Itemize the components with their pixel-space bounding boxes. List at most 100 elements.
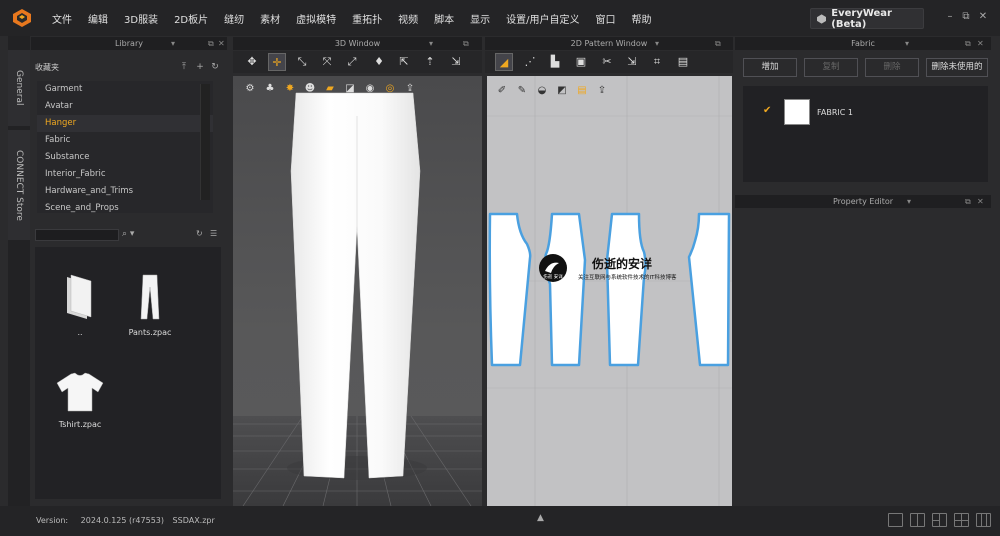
avatar-icon[interactable]: ⇱ <box>395 53 413 71</box>
export-icon[interactable]: ⇪ <box>401 80 419 98</box>
tree-item-interior-fabric[interactable]: Interior_Fabric <box>37 166 213 183</box>
close-panel-icon[interactable]: ✕ <box>218 37 225 50</box>
record-icon[interactable]: ⇲ <box>447 53 465 71</box>
2d-viewport[interactable]: ✐ ✎ ◒ ◩ ▤ ⇪ <box>487 76 732 506</box>
edit-point-icon[interactable]: ⋰ <box>521 53 539 71</box>
tool-hand-icon[interactable]: ✐ <box>493 82 511 100</box>
dropdown-icon[interactable]: ▾ <box>655 37 659 50</box>
menu-3d-garment[interactable]: 3D服装 <box>116 11 166 26</box>
workspace-selector[interactable]: EveryWear (Beta) <box>810 8 924 30</box>
fabric-display-icon[interactable]: ▰ <box>321 80 339 98</box>
add-icon[interactable]: + <box>195 62 205 72</box>
tab-connect-store[interactable]: CONNECT Store <box>8 130 30 240</box>
close-panel-icon[interactable]: ✕ <box>977 37 984 50</box>
expand-up-icon[interactable]: ▲ <box>537 513 544 523</box>
pin-icon[interactable]: ⤡ <box>293 53 311 71</box>
fold-arrange-icon[interactable]: ▤ <box>674 53 692 71</box>
tree-item-avatar[interactable]: Avatar <box>37 98 213 115</box>
file-item-pants[interactable]: Pants.zpac <box>120 273 180 337</box>
undock-icon[interactable]: ⧉ <box>208 37 214 50</box>
menu-edit[interactable]: 编辑 <box>80 11 116 26</box>
menu-help[interactable]: 帮助 <box>624 11 660 26</box>
tool-note-icon[interactable]: ▤ <box>573 82 591 100</box>
globe-icon[interactable]: ◎ <box>381 80 399 98</box>
property-editor-header: Property Editor ▾ ⧉ ✕ <box>735 195 991 208</box>
menu-2d-pattern[interactable]: 2D板片 <box>166 11 216 26</box>
menu-materials[interactable]: 素材 <box>252 11 288 26</box>
menu-sewing[interactable]: 缝纫 <box>216 11 252 26</box>
delete-unused-button[interactable]: 删除未使用的 <box>926 58 988 77</box>
dropdown-icon[interactable]: ▾ <box>171 37 175 50</box>
transform-pattern-icon[interactable]: ◢ <box>495 53 513 71</box>
tool-measure-icon[interactable]: ◒ <box>533 82 551 100</box>
undock-icon[interactable]: ⧉ <box>965 195 971 208</box>
menu-video[interactable]: 视频 <box>390 11 426 26</box>
workspace-icon <box>817 13 827 24</box>
minimize-icon[interactable]: – <box>943 11 957 23</box>
3d-viewport[interactable]: ⚙ ♣ ✸ ☻ ▰ ◪ ◉ ◎ ⇪ <box>233 76 482 506</box>
view-tool-icon[interactable]: ⚙ <box>241 80 259 98</box>
tool-export-icon[interactable]: ⇪ <box>593 82 611 100</box>
search-icon[interactable]: ⌕ ▾ <box>122 229 144 241</box>
shirt-display-icon[interactable]: ♣ <box>261 80 279 98</box>
copy-fabric-button[interactable]: 复制 <box>804 58 858 77</box>
file-item-parent[interactable]: .. <box>50 273 110 337</box>
tree-item-garment[interactable]: Garment <box>37 81 213 98</box>
menu-file[interactable]: 文件 <box>44 11 80 26</box>
dropdown-icon[interactable]: ▾ <box>905 37 909 50</box>
search-input[interactable] <box>35 229 119 241</box>
tree-item-substance[interactable]: Substance <box>37 149 213 166</box>
file-item-tshirt[interactable]: Tshirt.zpac <box>50 371 110 429</box>
stretch-icon[interactable]: ⤢ <box>343 53 361 71</box>
tree-scrollbar[interactable] <box>200 84 210 200</box>
garment-icon[interactable]: ♦ <box>370 53 388 71</box>
fold-icon[interactable]: ⤧ <box>318 53 336 71</box>
menu-retopology[interactable]: 重拓扑 <box>344 11 390 26</box>
tree-item-hanger[interactable]: Hanger <box>37 115 213 132</box>
rectangle-icon[interactable]: ▣ <box>572 53 590 71</box>
select-icon[interactable]: ✥ <box>243 53 261 71</box>
tree-item-hardware-trims[interactable]: Hardware_and_Trims <box>37 183 213 200</box>
tree-item-scene-props[interactable]: Scene_and_Props <box>37 200 213 213</box>
dropdown-icon[interactable]: ▾ <box>907 195 911 208</box>
tree-item-fabric[interactable]: Fabric <box>37 132 213 149</box>
sync-icon[interactable]: ↻ <box>196 229 207 240</box>
layout-custom-icon[interactable] <box>976 513 991 527</box>
avatar-display-icon[interactable]: ☻ <box>301 80 319 98</box>
internal-line-icon[interactable]: ✂ <box>598 53 616 71</box>
layout-three-icon[interactable] <box>932 513 947 527</box>
mesh-icon[interactable]: ◪ <box>341 80 359 98</box>
add-fabric-button[interactable]: 增加 <box>743 58 797 77</box>
restore-icon[interactable]: ⧉ <box>959 11 973 23</box>
dropdown-icon[interactable]: ▾ <box>429 37 433 50</box>
layout-quad-icon[interactable] <box>954 513 969 527</box>
close-panel-icon[interactable]: ✕ <box>977 195 984 208</box>
tool-texture-icon[interactable]: ◩ <box>553 82 571 100</box>
segment-sew-icon[interactable]: ⇲ <box>623 53 641 71</box>
free-sew-icon[interactable]: ⌗ <box>648 53 666 71</box>
move-icon[interactable]: ✛ <box>268 53 286 71</box>
tool-pencil-icon[interactable]: ✎ <box>513 82 531 100</box>
delete-fabric-button[interactable]: 删除 <box>865 58 919 77</box>
layout-single-icon[interactable] <box>888 513 903 527</box>
layout-split-icon[interactable] <box>910 513 925 527</box>
menu-window[interactable]: 窗口 <box>588 11 624 26</box>
close-icon[interactable]: ✕ <box>976 11 990 23</box>
light-icon[interactable]: ◉ <box>361 80 379 98</box>
undock-icon[interactable]: ⧉ <box>715 37 721 50</box>
polygon-icon[interactable]: ▙ <box>546 53 564 71</box>
undock-icon[interactable]: ⧉ <box>965 37 971 50</box>
upload-icon[interactable]: ⤒ <box>179 62 189 72</box>
file-item-label: .. <box>77 328 83 337</box>
menu-display[interactable]: 显示 <box>462 11 498 26</box>
texture-icon[interactable]: ✸ <box>281 80 299 98</box>
fabric-item[interactable]: ✔ FABRIC 1 <box>759 97 919 127</box>
refresh-icon[interactable]: ↻ <box>210 62 220 72</box>
tab-general[interactable]: General <box>8 50 30 126</box>
list-view-icon[interactable]: ☰ <box>210 229 221 240</box>
menu-avatar[interactable]: 虚拟模特 <box>288 11 344 26</box>
undock-icon[interactable]: ⧉ <box>463 37 469 50</box>
tack-icon[interactable]: ⇡ <box>421 53 439 71</box>
menu-settings[interactable]: 设置/用户自定义 <box>498 11 587 26</box>
menu-script[interactable]: 脚本 <box>426 11 462 26</box>
